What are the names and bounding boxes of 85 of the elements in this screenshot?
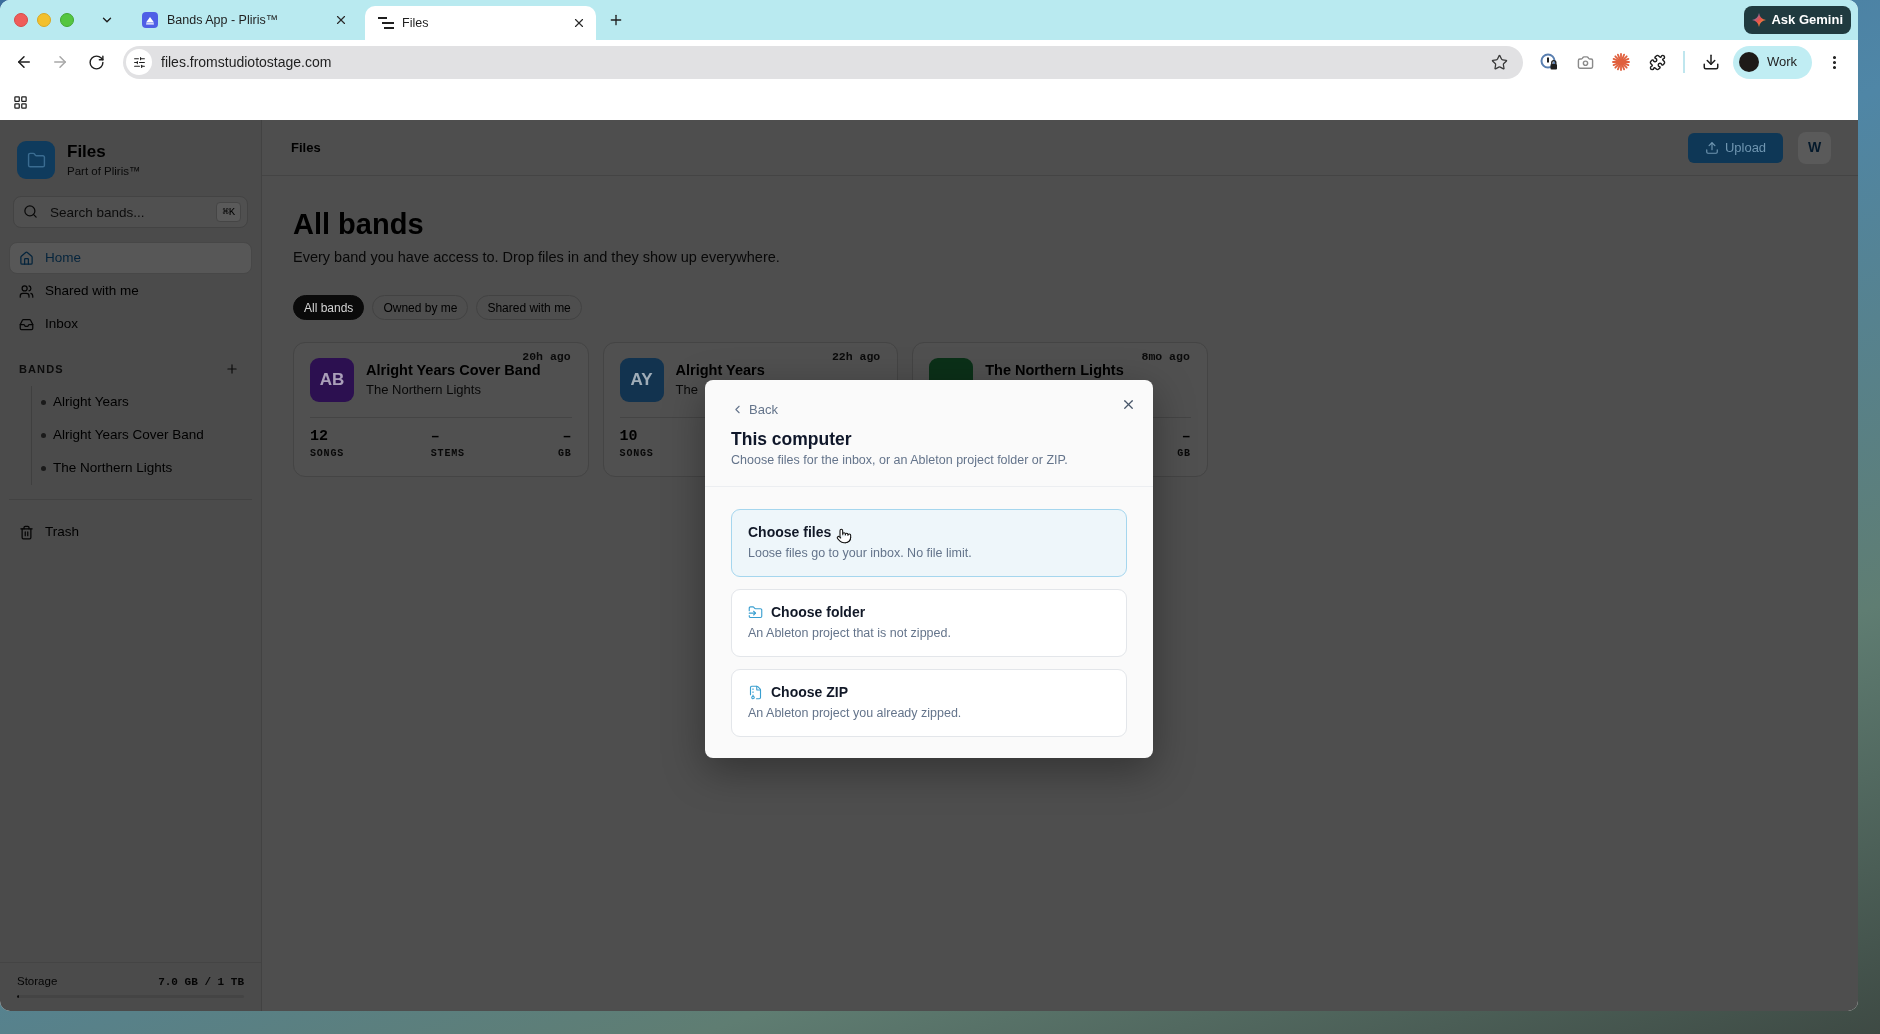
choice-option[interactable]: Choose folder An Ableton project that is not zipped. — [731, 588, 1127, 657]
nav-item[interactable]: Inbox — [9, 308, 252, 340]
folder-arrow-icon — [748, 604, 763, 620]
shortcut-key: ⌘K — [216, 202, 241, 222]
app-title: Files — [67, 142, 107, 162]
choice-option[interactable]: Choose ZIP An Ableton project you already zipped. — [731, 668, 1127, 737]
hand-cursor-icon — [836, 527, 852, 544]
stat-label: SONGS — [619, 448, 654, 460]
download-icon[interactable] — [1702, 53, 1720, 71]
profile-button[interactable]: Work — [1733, 45, 1812, 79]
home-icon — [19, 250, 34, 266]
breadcrumb: Files — [291, 138, 321, 157]
option-title: Choose ZIP — [771, 683, 848, 701]
stat-value: – — [1181, 428, 1191, 446]
updated-time: 22h ago — [831, 350, 881, 363]
option-description: An Ableton project that is not zipped. — [748, 625, 951, 642]
nav-item[interactable]: Shared with me — [9, 275, 252, 307]
password-lock-icon[interactable] — [1540, 53, 1558, 71]
people-icon — [19, 283, 34, 299]
option-description: Loose files go to your inbox. No file limit. — [748, 545, 972, 562]
page-subtitle: Every band you have access to. Drop files in and they show up everywhere. — [293, 248, 781, 267]
zip-file-icon — [748, 684, 763, 700]
bullet-icon — [41, 400, 46, 405]
close-icon[interactable] — [572, 16, 586, 30]
choice-option[interactable]: Choose files Loose files go to your inbox. No file limit. — [731, 508, 1127, 577]
band-owner: The Northern Lights — [366, 380, 481, 399]
option-title: Choose files — [748, 523, 832, 541]
stat-label: STEMS — [430, 448, 465, 460]
option-title: Choose folder — [771, 603, 866, 621]
page-title: All bands — [293, 207, 425, 241]
puzzle-icon[interactable] — [1648, 53, 1666, 71]
storage-label: Storage — [17, 974, 58, 990]
band-card[interactable]: AB Alright Years Cover Band The Northern Lights 20h ago 12 SONGS – STEMS – GB — [293, 342, 589, 477]
band-link[interactable]: Alright Years — [32, 386, 252, 419]
band-title: The Northern Lights — [985, 361, 1124, 378]
sparkle-icon — [1752, 13, 1767, 27]
ask-gemini-button[interactable]: Ask Gemini — [1744, 6, 1851, 34]
stat-label: GB — [1177, 448, 1191, 460]
app-favicon-icon — [142, 12, 158, 28]
option-description: An Ableton project you already zipped. — [748, 705, 962, 722]
stat-label: GB — [558, 448, 572, 460]
user-avatar[interactable]: W — [1798, 131, 1831, 164]
stat-value: – — [562, 428, 572, 446]
address-bar[interactable]: files.fromstudiotostage.com — [123, 45, 1523, 79]
new-tab-icon[interactable] — [608, 12, 624, 28]
band-title: Alright Years Cover Band — [366, 361, 541, 378]
inbox-icon — [19, 316, 34, 332]
browser-tab[interactable]: Files — [365, 6, 596, 40]
band-link[interactable]: Alright Years Cover Band — [32, 419, 252, 452]
stat-value: 12 — [310, 428, 328, 446]
dialog-title: This computer — [731, 427, 853, 450]
browser-tab[interactable]: Bands App - Pliris™ — [133, 5, 353, 35]
stat-value: – — [430, 428, 440, 446]
close-window-icon[interactable] — [14, 13, 28, 27]
search-icon — [23, 204, 38, 219]
site-settings-icon[interactable] — [126, 49, 152, 75]
avatar-icon — [1739, 52, 1759, 72]
back-link[interactable]: Back — [731, 401, 778, 418]
bullet-icon — [41, 466, 46, 471]
upload-button[interactable]: Upload — [1688, 132, 1783, 163]
close-icon[interactable] — [334, 13, 348, 27]
stat-label: SONGS — [310, 448, 344, 460]
filter-chip[interactable]: All bands — [293, 295, 365, 320]
app-subtitle: Part of Pliris™ — [67, 164, 141, 178]
band-avatar: AB — [310, 358, 354, 402]
apps-grid-icon[interactable] — [13, 94, 28, 110]
bullet-icon — [41, 433, 46, 438]
updated-time: 8mo ago — [1141, 350, 1190, 363]
sunburst-icon[interactable] — [1612, 53, 1630, 71]
trash-icon — [19, 524, 34, 540]
band-title: Alright Years — [675, 361, 765, 378]
section-heading: BANDS — [19, 361, 64, 377]
band-link[interactable]: The Northern Lights — [32, 452, 252, 485]
updated-time: 20h ago — [522, 350, 571, 363]
reload-icon[interactable] — [88, 53, 105, 71]
app-logo-icon — [17, 141, 55, 179]
trash-item[interactable]: Trash — [9, 516, 252, 548]
storage-reading: 7.0 GB / 1 TB — [158, 974, 244, 990]
band-avatar: AY — [619, 358, 664, 402]
lines-favicon-icon — [378, 17, 394, 29]
camera-icon[interactable] — [1576, 53, 1594, 71]
bookmark-star-icon[interactable] — [1491, 53, 1508, 71]
stat-value: 10 — [619, 428, 638, 446]
band-owner: The — [675, 380, 698, 399]
upload-icon — [1704, 140, 1719, 155]
